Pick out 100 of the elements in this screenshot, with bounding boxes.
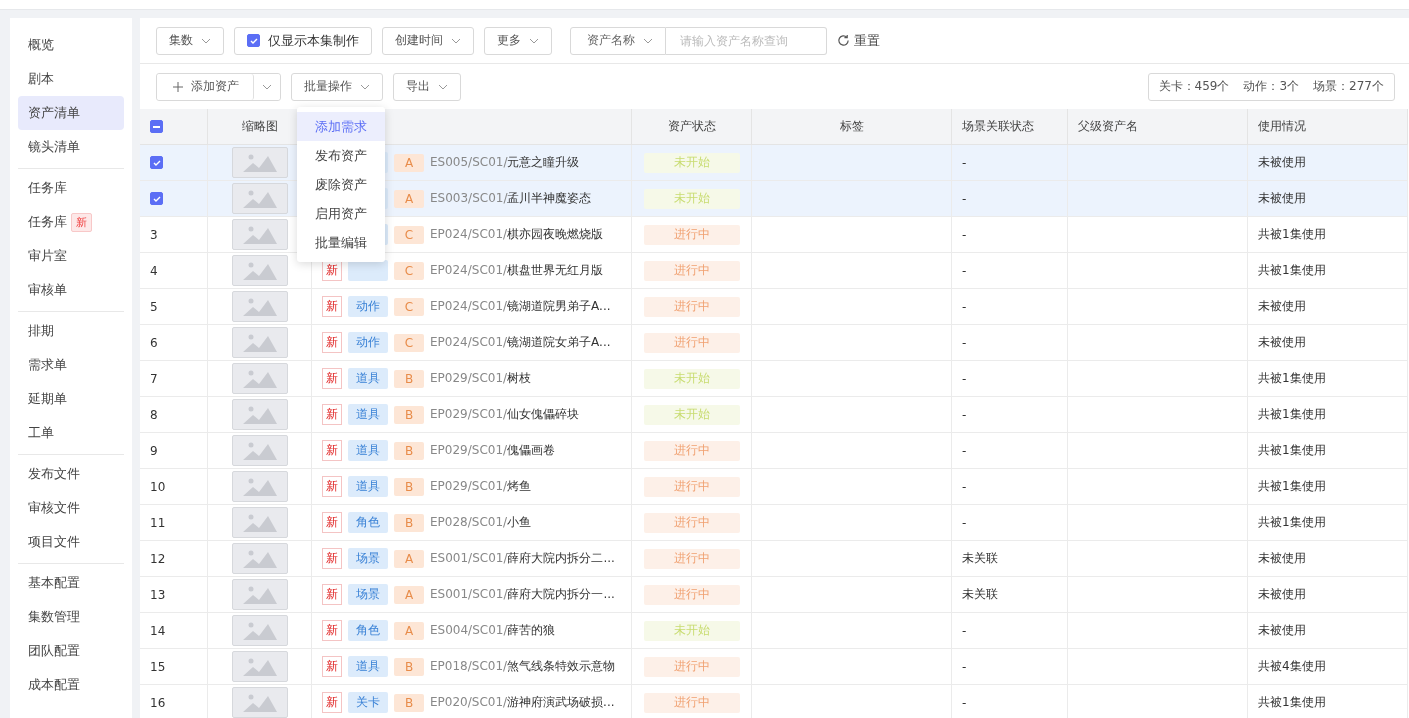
chevron-down-icon xyxy=(438,83,448,90)
table-cell: 共被1集使用 xyxy=(1248,217,1408,253)
plus-icon xyxy=(173,81,183,92)
table-cell: 共被1集使用 xyxy=(1248,505,1408,541)
table-cell: 未被使用 xyxy=(1248,541,1408,577)
checkbox[interactable] xyxy=(150,156,163,169)
sidebar-item[interactable]: 审片室 xyxy=(18,239,124,273)
status-tag: 进行中 xyxy=(643,548,740,569)
menu-item[interactable]: 启用资产 xyxy=(297,199,385,228)
only-this-episode-toggle[interactable]: 仅显示本集制作 xyxy=(234,26,372,55)
more-dropdown[interactable]: 更多 xyxy=(484,26,552,55)
chevron-down-icon xyxy=(201,37,211,44)
count-text: 关卡：459个 xyxy=(1158,78,1230,95)
checkbox[interactable] xyxy=(150,120,163,133)
row-number: 14 xyxy=(140,613,208,649)
asset-name: ES001/SC01/薛府大院内拆分二... xyxy=(430,550,615,567)
sidebar-item[interactable]: 成本配置 xyxy=(18,668,124,702)
type-tag: 场景 xyxy=(348,584,388,605)
created-time-dropdown[interactable]: 创建时间 xyxy=(382,26,474,55)
table-cell: 未被使用 xyxy=(1248,145,1408,181)
sidebar-item[interactable]: 工单 xyxy=(18,416,124,450)
sidebar-item[interactable]: 审核文件 xyxy=(18,491,124,525)
menu-item[interactable]: 批量编辑 xyxy=(297,228,385,257)
checkbox[interactable] xyxy=(247,34,260,47)
menu-item[interactable]: 添加需求 xyxy=(297,112,385,141)
new-tag: 新 xyxy=(322,404,342,425)
table-cell: - xyxy=(952,613,1068,649)
grade-tag: C xyxy=(394,261,424,280)
grade-tag: C xyxy=(394,225,424,244)
checkbox[interactable] xyxy=(150,192,163,205)
sidebar-item[interactable]: 延期单 xyxy=(18,382,124,416)
asset-name: EP024/SC01/镜湖道院男弟子A... xyxy=(430,298,611,315)
table-cell: - xyxy=(952,253,1068,289)
asset-name: EP024/SC01/镜湖道院女弟子A... xyxy=(430,334,611,351)
grade-tag: C xyxy=(394,297,424,316)
export-dropdown[interactable]: 导出 xyxy=(393,72,461,101)
sidebar-item[interactable]: 项目文件 xyxy=(18,525,124,559)
asset-name: EP029/SC01/傀儡画卷 xyxy=(430,442,556,459)
table-cell: 未被使用 xyxy=(1248,325,1408,361)
batch-operations-dropdown[interactable]: 批量操作 xyxy=(291,72,383,101)
status-tag: 未开始 xyxy=(643,188,740,209)
status-tag: 未开始 xyxy=(643,404,740,425)
sidebar-item[interactable]: 发布文件 xyxy=(18,457,124,491)
sidebar-item[interactable]: 剧本 xyxy=(18,62,124,96)
asset-name: EP029/SC01/仙女傀儡碎块 xyxy=(430,406,580,423)
type-tag: 道具 xyxy=(348,476,388,497)
asset-name: EP024/SC01/棋亦园夜晚燃烧版 xyxy=(430,226,604,243)
status-tag: 未开始 xyxy=(643,620,740,641)
grade-tag: A xyxy=(394,189,424,208)
reset-button[interactable]: 重置 xyxy=(837,31,880,50)
sidebar-item[interactable]: 需求单 xyxy=(18,348,124,382)
type-tag: 道具 xyxy=(348,368,388,389)
status-tag: 未开始 xyxy=(643,152,740,173)
new-tag: 新 xyxy=(322,620,342,641)
type-tag: 道具 xyxy=(348,404,388,425)
table-cell: - xyxy=(952,325,1068,361)
type-tag: 道具 xyxy=(348,656,388,677)
row-number: 8 xyxy=(140,397,208,433)
sidebar-item[interactable]: 资产清单 xyxy=(18,96,124,130)
episode-dropdown[interactable]: 集数 xyxy=(156,26,224,55)
search-field[interactable]: 请输入资产名称查询 xyxy=(666,26,827,55)
chevron-down-icon xyxy=(643,37,653,44)
sidebar-item[interactable]: 镜头清单 xyxy=(18,130,124,164)
grade-tag: B xyxy=(394,369,424,388)
sidebar-item[interactable]: 概览 xyxy=(18,28,124,62)
menu-item[interactable]: 废除资产 xyxy=(297,170,385,199)
table-cell: - xyxy=(952,181,1068,217)
row-number: 3 xyxy=(140,217,208,253)
type-tag: 角色 xyxy=(348,512,388,533)
column-header: 资产状态 xyxy=(632,109,752,145)
sidebar-item[interactable]: 集数管理 xyxy=(18,600,124,634)
new-tag: 新 xyxy=(322,440,342,461)
table-cell: 未关联 xyxy=(952,541,1068,577)
table-cell: 未被使用 xyxy=(1248,577,1408,613)
chevron-down-icon xyxy=(360,83,370,90)
status-tag: 进行中 xyxy=(643,692,740,713)
sidebar-item[interactable]: 团队配置 xyxy=(18,634,124,668)
asset-name: EP024/SC01/棋盘世界无红月版 xyxy=(430,262,604,279)
status-tag: 进行中 xyxy=(643,332,740,353)
sidebar-item[interactable]: 任务库 新 xyxy=(18,205,124,239)
status-tag: 未开始 xyxy=(643,368,740,389)
table-cell: 未被使用 xyxy=(1248,289,1408,325)
field-select[interactable]: 资产名称 xyxy=(570,26,666,55)
asset-name: ES001/SC01/薛府大院内拆分一... xyxy=(430,586,615,603)
column-header: 场景关联状态 xyxy=(952,109,1068,145)
grade-tag: B xyxy=(394,513,424,532)
table-cell: - xyxy=(952,217,1068,253)
grade-tag: A xyxy=(394,585,424,604)
asset-name: EP029/SC01/烤鱼 xyxy=(430,478,532,495)
sidebar-item[interactable]: 排期 xyxy=(18,314,124,348)
search-input[interactable]: 请输入资产名称查询 xyxy=(666,33,826,48)
count-text: 动作：3个 xyxy=(1243,78,1300,95)
new-tag: 新 xyxy=(322,548,342,569)
add-asset-button[interactable]: 添加资产 xyxy=(157,73,254,100)
table-cell: - xyxy=(952,397,1068,433)
new-tag: 新 xyxy=(322,296,342,317)
sidebar-item[interactable]: 审核单 xyxy=(18,273,124,307)
sidebar-item[interactable]: 任务库 xyxy=(18,171,124,205)
sidebar-item[interactable]: 基本配置 xyxy=(18,566,124,600)
row-number: 11 xyxy=(140,505,208,541)
